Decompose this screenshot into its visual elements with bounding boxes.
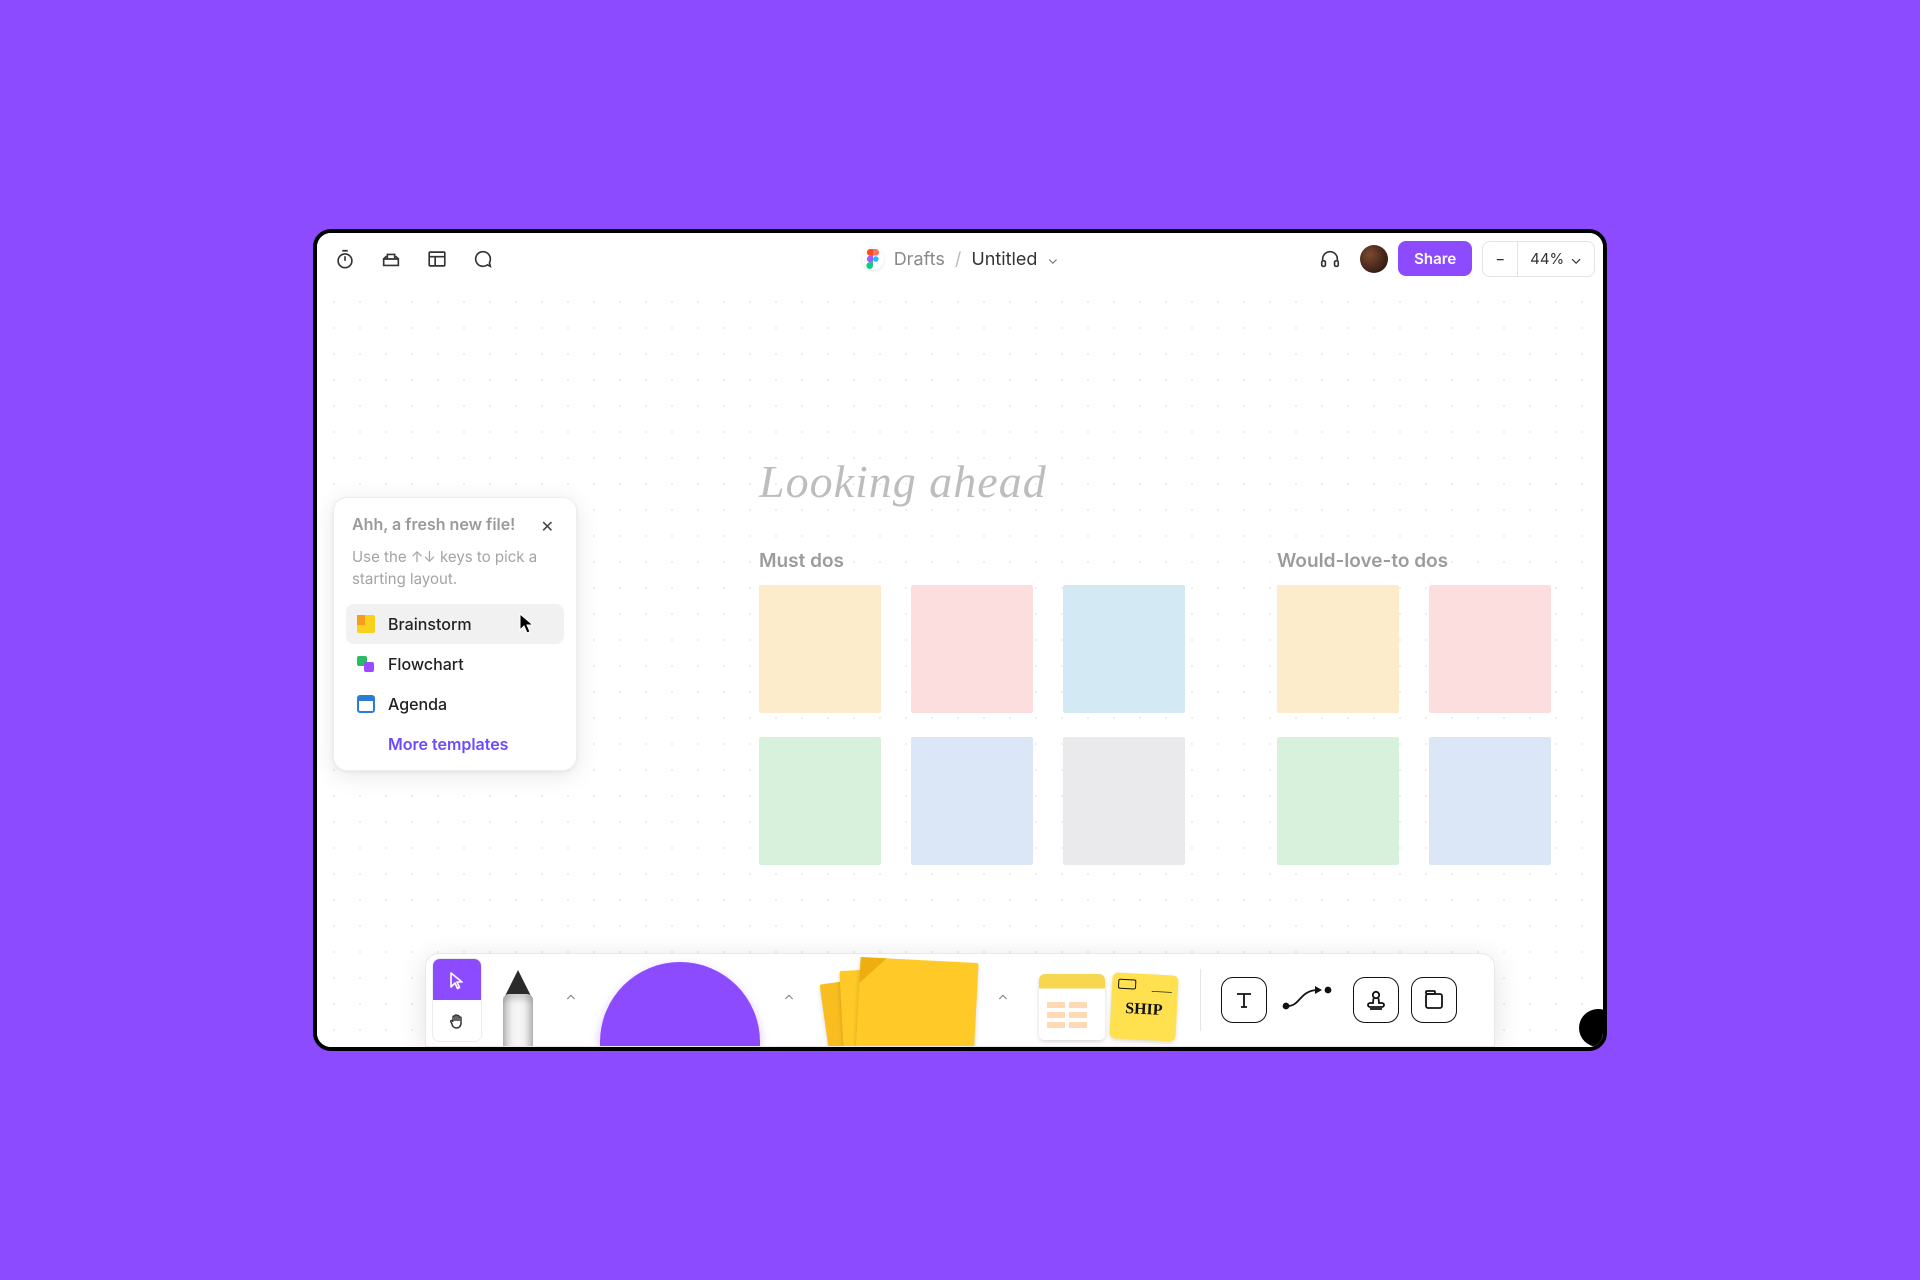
chevron-up-icon[interactable]: ⌃ — [560, 989, 582, 1011]
vote-icon[interactable] — [371, 239, 411, 279]
zoom-value: 44% — [1530, 249, 1564, 268]
select-mode-button[interactable] — [433, 959, 481, 1000]
sticky-note[interactable] — [1429, 737, 1551, 865]
shape-tool[interactable] — [592, 954, 768, 1046]
stamp-frame-pair — [1353, 977, 1457, 1023]
sticky-note[interactable] — [1063, 585, 1185, 713]
section-heading-love[interactable]: Would-love-to dos — [1277, 549, 1448, 572]
shape-tool-group: ⌃ — [588, 954, 806, 1046]
template-item-label: Brainstorm — [388, 614, 472, 634]
sticky-note[interactable] — [1063, 737, 1185, 865]
template-item-flowchart[interactable]: Flowchart — [346, 644, 564, 684]
template-item-label: Agenda — [388, 694, 447, 714]
topbar-left — [317, 239, 503, 279]
agenda-icon — [356, 694, 376, 714]
app-window: Drafts / Untitled ⌄ Share − 44% ⌄ — [313, 229, 1607, 1051]
sticky-note[interactable] — [911, 585, 1033, 713]
frame-tool[interactable] — [1411, 977, 1457, 1023]
panel-title: Ahh, a fresh new file! — [352, 514, 515, 534]
stamp-tool[interactable] — [1353, 977, 1399, 1023]
template-item-agenda[interactable]: Agenda — [346, 684, 564, 724]
figma-logo-icon[interactable] — [862, 248, 884, 270]
headphones-icon[interactable] — [1310, 239, 1350, 279]
close-icon[interactable]: ✕ — [537, 514, 558, 538]
right-tools — [1205, 954, 1494, 1046]
chevron-down-icon: ⌄ — [1570, 249, 1582, 268]
sticky-note[interactable] — [911, 737, 1033, 865]
template-item-label: Flowchart — [388, 654, 464, 674]
sticky-note[interactable] — [759, 585, 881, 713]
text-tool[interactable] — [1221, 977, 1267, 1023]
sticky-note[interactable] — [1277, 585, 1399, 713]
breadcrumb-separator: / — [955, 249, 962, 270]
section-heading-must[interactable]: Must dos — [759, 549, 844, 572]
panel-subtitle: Use the ↑↓ keys to pick a starting layou… — [346, 538, 564, 604]
chevron-up-icon[interactable]: ⌃ — [778, 989, 800, 1011]
sticky-tool-group: ⌃ — [806, 954, 1020, 1046]
template-list: Brainstorm Flowchart Agenda — [346, 604, 564, 724]
sticky-note[interactable] — [1277, 737, 1399, 865]
topbar-right: Share − 44% ⌄ — [1310, 239, 1595, 279]
zoom-minus-button[interactable]: − — [1483, 242, 1517, 276]
pencil-tool-group: ⌃ — [482, 954, 588, 1046]
hand-mode-button[interactable] — [433, 1000, 481, 1041]
template-thumbnail: ____ SHIP — [1109, 972, 1178, 1041]
chevron-down-icon[interactable]: ⌄ — [1047, 251, 1058, 268]
file-title[interactable]: Untitled — [971, 249, 1037, 270]
template-item-brainstorm[interactable]: Brainstorm — [346, 604, 564, 644]
templates-tool[interactable]: ____ SHIP — [1024, 954, 1192, 1046]
mode-switch — [432, 958, 482, 1042]
sticky-note[interactable] — [1429, 585, 1551, 713]
canvas-heading[interactable]: Looking ahead — [759, 455, 1047, 508]
topbar: Drafts / Untitled ⌄ Share − 44% ⌄ — [317, 233, 1603, 285]
template-thumbnail — [1039, 974, 1105, 1040]
cursor-icon — [518, 612, 536, 634]
ship-label: SHIP — [1125, 1001, 1163, 1019]
mode-tools — [426, 954, 482, 1046]
zoom-control: − 44% ⌄ — [1482, 241, 1595, 277]
layout-icon[interactable] — [417, 239, 457, 279]
template-panel: Ahh, a fresh new file! ✕ Use the ↑↓ keys… — [333, 497, 577, 771]
connector-tool[interactable] — [1279, 983, 1333, 1017]
templates-tool-group: ____ SHIP — [1020, 954, 1196, 1046]
bottom-toolbar: ⌃ ⌃ ⌃ ____ SHIP — [425, 953, 1495, 1047]
zoom-level[interactable]: 44% ⌄ — [1518, 242, 1594, 276]
breadcrumb-drafts[interactable]: Drafts — [894, 249, 945, 270]
pencil-tool[interactable] — [482, 954, 554, 1046]
breadcrumb[interactable]: Drafts / Untitled ⌄ — [894, 249, 1059, 270]
more-templates-link[interactable]: More templates — [346, 724, 564, 760]
comment-icon[interactable] — [463, 239, 503, 279]
timer-icon[interactable] — [325, 239, 365, 279]
panel-header: Ahh, a fresh new file! ✕ — [346, 514, 564, 538]
share-button[interactable]: Share — [1398, 241, 1472, 276]
flowchart-icon — [356, 654, 376, 674]
sticky-note[interactable] — [759, 737, 881, 865]
user-avatar[interactable] — [1360, 245, 1388, 273]
sticky-note-tool[interactable] — [810, 954, 982, 1046]
brainstorm-icon — [356, 614, 376, 634]
chevron-up-icon[interactable]: ⌃ — [992, 989, 1014, 1011]
divider — [1200, 969, 1201, 1031]
text-tool-pair — [1221, 977, 1333, 1023]
